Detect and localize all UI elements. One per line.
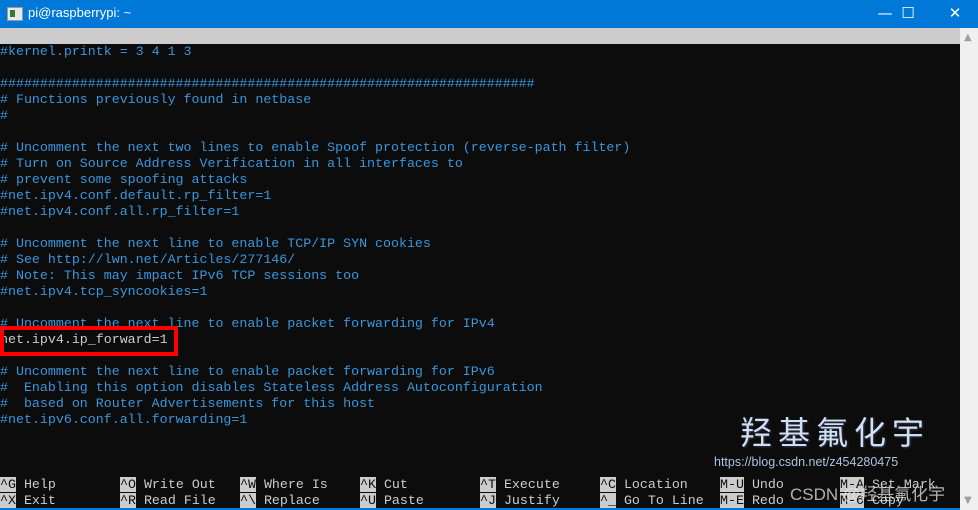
window-titlebar: pi@raspberrypi: ~ — ☐ ✕: [0, 0, 978, 28]
shortcut-item: ^G Help: [0, 477, 56, 493]
shortcut-label: Paste: [383, 493, 424, 508]
watermark-csdn: CSDN @羟基氟化宇: [790, 485, 946, 504]
editor-line[interactable]: # Note: This may impact IPv6 TCP session…: [0, 268, 960, 284]
shortcut-label: Redo: [751, 493, 784, 508]
shortcut-key: ^K: [360, 477, 376, 492]
shortcut-label: Help: [23, 477, 56, 492]
shortcut-item: ^_ Go To Line: [600, 493, 704, 509]
shortcut-label: Execute: [503, 477, 560, 492]
scrollbar[interactable]: ▲ ▼: [960, 28, 978, 510]
shortcut-item: ^J Justify: [480, 493, 560, 509]
shortcut-label: Cut: [383, 477, 408, 492]
editor-line[interactable]: [0, 220, 960, 236]
editor-line[interactable]: # Uncomment the next line to enable pack…: [0, 364, 960, 380]
editor-line[interactable]: # See http://lwn.net/Articles/277146/: [0, 252, 960, 268]
shortcut-label: Replace: [263, 493, 320, 508]
editor-line[interactable]: [0, 124, 960, 140]
shortcut-item: M-U Undo: [720, 477, 784, 493]
shortcut-label: Read File: [143, 493, 216, 508]
editor-line[interactable]: # prevent some spoofing attacks: [0, 172, 960, 188]
editor-line[interactable]: #kernel.printk = 3 4 1 3: [0, 44, 960, 60]
shortcut-label: Justify: [503, 493, 560, 508]
shortcut-key: ^T: [480, 477, 496, 492]
close-button[interactable]: ✕: [932, 0, 978, 28]
shortcut-label: Location: [623, 477, 688, 492]
shortcut-key: ^\: [240, 493, 256, 508]
editor-line[interactable]: #net.ipv4.tcp_syncookies=1: [0, 284, 960, 300]
terminal-app-icon: [7, 7, 23, 21]
shortcut-key: M-U: [720, 477, 744, 492]
shortcut-item: ^R Read File: [120, 493, 216, 509]
editor-line[interactable]: # Functions previously found in netbase: [0, 92, 960, 108]
editor-line[interactable]: #net.ipv4.conf.all.rp_filter=1: [0, 204, 960, 220]
shortcut-key: ^J: [480, 493, 496, 508]
shortcut-key: ^C: [600, 477, 616, 492]
watermark-url: https://blog.csdn.net/z454280475: [714, 455, 899, 469]
shortcut-item: ^W Where Is: [240, 477, 328, 493]
scroll-up-icon[interactable]: ▲: [964, 32, 972, 43]
highlight-box: [0, 326, 178, 356]
editor-line[interactable]: [0, 300, 960, 316]
scroll-down-icon[interactable]: ▼: [964, 495, 972, 506]
watermark-logo: 羟基氟化宇: [740, 414, 931, 452]
shortcut-item: ^U Paste: [360, 493, 424, 509]
shortcut-item: ^K Cut: [360, 477, 408, 493]
shortcut-key: ^O: [120, 477, 136, 492]
shortcut-label: Go To Line: [623, 493, 704, 508]
editor-line[interactable]: # Enabling this option disables Stateles…: [0, 380, 960, 396]
shortcut-label: Write Out: [143, 477, 216, 492]
shortcut-item: ^C Location: [600, 477, 688, 493]
shortcut-item: M-E Redo: [720, 493, 784, 509]
shortcut-label: Where Is: [263, 477, 328, 492]
editor-line[interactable]: # Turn on Source Address Verification in…: [0, 156, 960, 172]
shortcut-label: Undo: [751, 477, 784, 492]
editor-line[interactable]: #net.ipv4.conf.default.rp_filter=1: [0, 188, 960, 204]
shortcut-label: Exit: [23, 493, 56, 508]
shortcut-item: ^T Execute: [480, 477, 560, 493]
shortcut-item: ^X Exit: [0, 493, 56, 509]
shortcut-item: ^\ Replace: [240, 493, 320, 509]
shortcut-key: ^G: [0, 477, 16, 492]
maximize-button[interactable]: ☐: [885, 0, 931, 28]
shortcut-key: ^W: [240, 477, 256, 492]
shortcut-key: ^_: [600, 493, 616, 508]
window-title: pi@raspberrypi: ~: [28, 5, 132, 20]
editor-line[interactable]: [0, 60, 960, 76]
shortcut-item: ^O Write Out: [120, 477, 216, 493]
shortcut-key: ^R: [120, 493, 136, 508]
nano-header: GNU nano 5.4 //etc/sysctl.conf: [0, 28, 960, 75]
editor-line[interactable]: # Uncomment the next two lines to enable…: [0, 140, 960, 156]
editor-line[interactable]: #: [0, 108, 960, 124]
editor-area[interactable]: #kernel.printk = 3 4 1 3 ################…: [0, 44, 960, 428]
shortcut-key: ^X: [0, 493, 16, 508]
editor-line[interactable]: ########################################…: [0, 76, 960, 92]
editor-line[interactable]: # Uncomment the next line to enable TCP/…: [0, 236, 960, 252]
shortcut-key: ^U: [360, 493, 376, 508]
shortcut-key: M-E: [720, 493, 744, 508]
